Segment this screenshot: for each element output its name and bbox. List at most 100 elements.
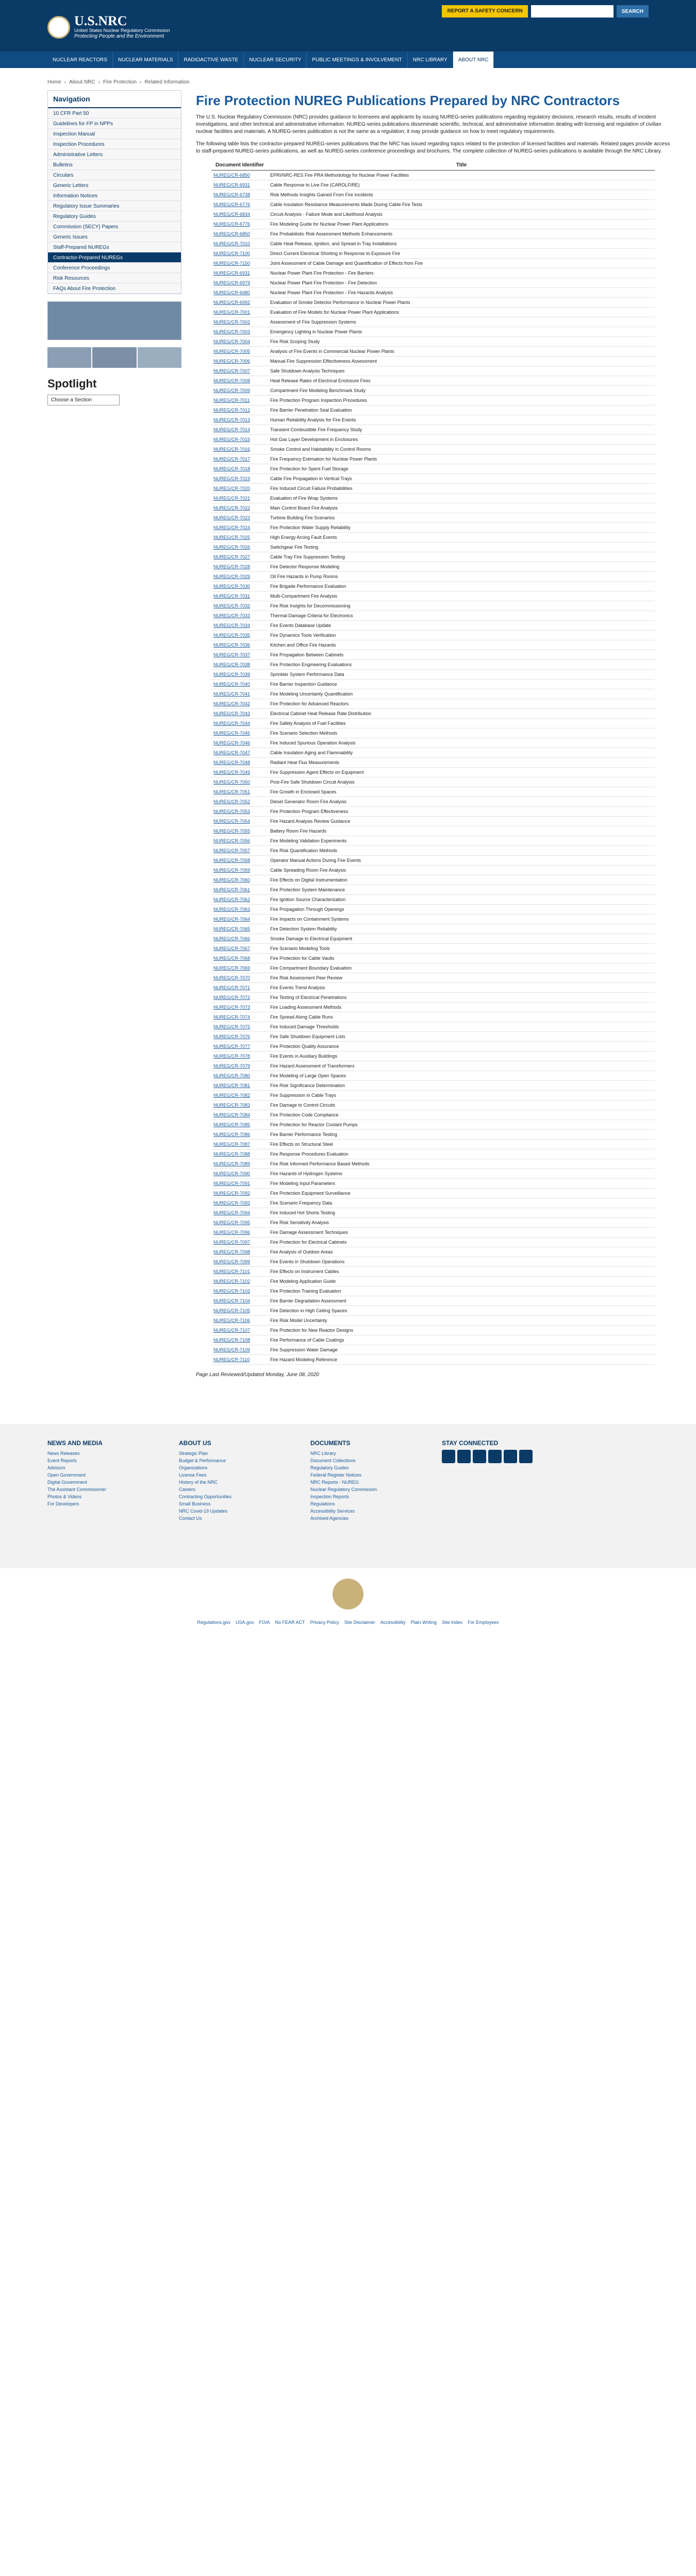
thumb-image-1[interactable] [47, 347, 92, 368]
sidebar-item[interactable]: Circulars [48, 170, 181, 180]
document-id-link[interactable]: NUREG/CR-7031 [211, 591, 268, 601]
document-id-link[interactable]: NUREG/CR-7080 [211, 1071, 268, 1081]
document-id-link[interactable]: NUREG/CR-7004 [211, 336, 268, 347]
document-id-link[interactable]: NUREG/CR-7030 [211, 581, 268, 591]
document-id-link[interactable]: NUREG/CR-6738 [211, 190, 268, 200]
document-id-link[interactable]: NUREG/CR-7077 [211, 1041, 268, 1052]
document-id-link[interactable]: NUREG/CR-7012 [211, 405, 268, 415]
footer-link[interactable]: Document Collections [310, 1457, 421, 1464]
document-id-link[interactable]: NUREG/CR-7109 [211, 1345, 268, 1355]
document-id-link[interactable]: NUREG/CR-7040 [211, 679, 268, 689]
document-id-link[interactable]: NUREG/CR-7087 [211, 1139, 268, 1149]
document-id-link[interactable]: NUREG/CR-7007 [211, 366, 268, 376]
document-id-link[interactable]: NUREG/CR-7055 [211, 826, 268, 836]
footer-link[interactable]: The Assistant Commissioner [47, 1486, 158, 1493]
footer-link[interactable]: Open Government [47, 1471, 158, 1479]
document-id-link[interactable]: NUREG/CR-6834 [211, 209, 268, 219]
nav-item[interactable]: NUCLEAR REACTORS [47, 52, 113, 68]
nav-item[interactable]: NUCLEAR MATERIALS [113, 52, 179, 68]
document-id-link[interactable]: NUREG/CR-7101 [211, 1266, 268, 1277]
footer-link[interactable]: Advisors [47, 1464, 158, 1471]
document-id-link[interactable]: NUREG/CR-7089 [211, 1159, 268, 1169]
footer-link[interactable]: Inspection Reports [310, 1493, 421, 1500]
document-id-link[interactable]: NUREG/CR-6980 [211, 287, 268, 298]
document-id-link[interactable]: NUREG/CR-7071 [211, 982, 268, 993]
document-id-link[interactable]: NUREG/CR-7083 [211, 1100, 268, 1110]
bottom-link[interactable]: Regulations.gov [197, 1620, 230, 1625]
footer-link[interactable]: Small Business [179, 1500, 290, 1507]
document-id-link[interactable]: NUREG/CR-7006 [211, 356, 268, 366]
document-id-link[interactable]: NUREG/CR-7076 [211, 1031, 268, 1042]
document-id-link[interactable]: NUREG/CR-7021 [211, 493, 268, 503]
document-id-link[interactable]: NUREG/CR-7052 [211, 796, 268, 807]
footer-link[interactable]: NRC Reports - NUREG [310, 1479, 421, 1486]
document-id-link[interactable]: NUREG/CR-6931 [211, 268, 268, 278]
document-id-link[interactable]: NUREG/CR-7019 [211, 473, 268, 484]
sidebar-item[interactable]: Contractor-Prepared NUREGs [48, 252, 181, 263]
sidebar-item[interactable]: Generic Letters [48, 180, 181, 191]
document-id-link[interactable]: NUREG/CR-7038 [211, 659, 268, 670]
document-id-link[interactable]: NUREG/CR-7003 [211, 327, 268, 337]
sidebar-item[interactable]: Regulatory Issue Summaries [48, 201, 181, 211]
footer-link[interactable]: News Releases [47, 1450, 158, 1457]
document-id-link[interactable]: NUREG/CR-7037 [211, 650, 268, 660]
document-id-link[interactable]: NUREG/CR-7050 [211, 777, 268, 787]
document-id-link[interactable]: NUREG/CR-7061 [211, 885, 268, 895]
document-id-link[interactable]: NUREG/CR-7064 [211, 914, 268, 924]
document-id-link[interactable]: NUREG/CR-7035 [211, 630, 268, 640]
footer-link[interactable]: Nuclear Regulatory Commission [310, 1486, 421, 1493]
footer-link[interactable]: License Fees [179, 1471, 290, 1479]
document-id-link[interactable]: NUREG/CR-7084 [211, 1110, 268, 1120]
footer-link[interactable]: Archived Agencies [310, 1515, 421, 1522]
bottom-link[interactable]: FOIA [259, 1620, 270, 1625]
sidebar-item[interactable]: Inspection Manual [48, 129, 181, 139]
flickr-icon[interactable] [504, 1450, 517, 1463]
document-id-link[interactable]: NUREG/CR-7027 [211, 552, 268, 562]
document-id-link[interactable]: NUREG/CR-7072 [211, 992, 268, 1003]
document-id-link[interactable]: NUREG/CR-7054 [211, 816, 268, 826]
bottom-link[interactable]: Accessibility [380, 1620, 406, 1625]
sidebar-item[interactable]: Risk Resources [48, 273, 181, 283]
footer-link[interactable]: Organizations [179, 1464, 290, 1471]
document-id-link[interactable]: NUREG/CR-7016 [211, 444, 268, 454]
sidebar-item[interactable]: Staff-Prepared NUREGs [48, 242, 181, 252]
document-id-link[interactable]: NUREG/CR-7100 [211, 248, 268, 259]
document-id-link[interactable]: NUREG/CR-7063 [211, 904, 268, 914]
linkedin-icon[interactable] [488, 1450, 502, 1463]
report-safety-button[interactable]: REPORT A SAFETY CONCERN [442, 5, 528, 18]
document-id-link[interactable]: NUREG/CR-7022 [211, 503, 268, 513]
footer-link[interactable]: Careers [179, 1486, 290, 1493]
nav-item[interactable]: ABOUT NRC [453, 52, 494, 68]
document-id-link[interactable]: NUREG/CR-7001 [211, 307, 268, 317]
document-id-link[interactable]: NUREG/CR-7067 [211, 943, 268, 954]
document-id-link[interactable]: NUREG/CR-7023 [211, 513, 268, 523]
document-id-link[interactable]: NUREG/CR-7094 [211, 1208, 268, 1218]
document-id-link[interactable]: NUREG/CR-7044 [211, 718, 268, 728]
document-id-link[interactable]: NUREG/CR-7066 [211, 934, 268, 944]
footer-link[interactable]: NRC Covid-19 Updates [179, 1507, 290, 1515]
document-id-link[interactable]: NUREG/CR-7032 [211, 601, 268, 611]
footer-link[interactable]: NRC Library [310, 1450, 421, 1457]
bottom-link[interactable]: Plain Writing [411, 1620, 437, 1625]
bottom-link[interactable]: Privacy Policy [310, 1620, 339, 1625]
sidebar-item[interactable]: 10 CFR Part 50 [48, 108, 181, 118]
document-id-link[interactable]: NUREG/CR-7029 [211, 571, 268, 582]
nav-item[interactable]: PUBLIC MEETINGS & INVOLVEMENT [307, 52, 408, 68]
bottom-link[interactable]: No FEAR ACT [275, 1620, 305, 1625]
document-id-link[interactable]: NUREG/CR-7092 [211, 1188, 268, 1198]
document-id-link[interactable]: NUREG/CR-7108 [211, 1335, 268, 1345]
document-id-link[interactable]: NUREG/CR-7093 [211, 1198, 268, 1208]
document-id-link[interactable]: NUREG/CR-7009 [211, 385, 268, 396]
document-id-link[interactable]: NUREG/CR-7020 [211, 483, 268, 494]
footer-link[interactable]: Photos & Videos [47, 1493, 158, 1500]
document-id-link[interactable]: NUREG/CR-7097 [211, 1237, 268, 1247]
document-id-link[interactable]: NUREG/CR-7075 [211, 1022, 268, 1032]
document-id-link[interactable]: NUREG/CR-7065 [211, 924, 268, 934]
footer-link[interactable]: Contact Us [179, 1515, 290, 1522]
footer-link[interactable]: Strategic Plan [179, 1450, 290, 1457]
document-id-link[interactable]: NUREG/CR-7096 [211, 1227, 268, 1238]
document-id-link[interactable]: NUREG/CR-7053 [211, 806, 268, 817]
document-id-link[interactable]: NUREG/CR-7057 [211, 845, 268, 856]
document-id-link[interactable]: NUREG/CR-7036 [211, 640, 268, 650]
footer-link[interactable]: For Developers [47, 1500, 158, 1507]
